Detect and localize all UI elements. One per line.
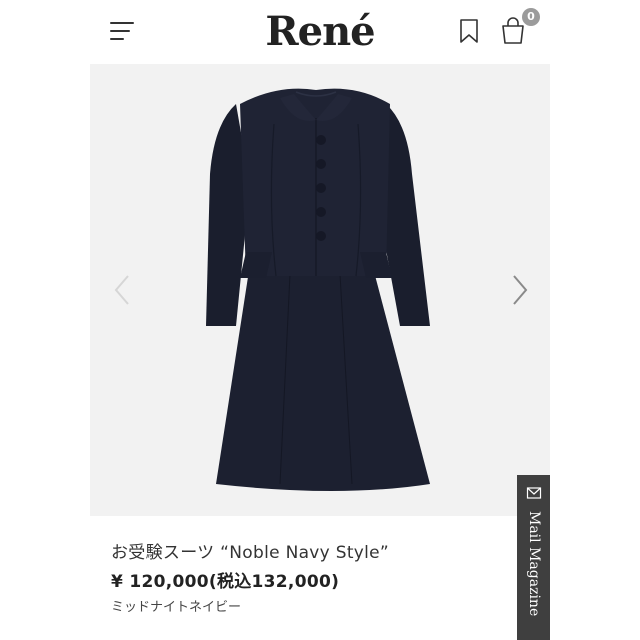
- cart-count-badge: 0: [522, 8, 540, 26]
- chevron-right-icon: [513, 275, 528, 305]
- product-image: [206, 88, 430, 491]
- mail-magazine-tab[interactable]: Mail Magazine: [517, 475, 550, 640]
- product-name: お受験スーツ “Noble Navy Style”: [111, 543, 390, 563]
- gallery-next-arrow[interactable]: [508, 270, 532, 310]
- product-image-gallery[interactable]: [90, 64, 550, 516]
- bookmark-icon[interactable]: [458, 18, 480, 44]
- brand-logo[interactable]: René: [0, 6, 640, 58]
- chevron-left-icon: [114, 275, 129, 305]
- header: René 0: [0, 0, 640, 64]
- gallery-prev-arrow[interactable]: [110, 270, 134, 310]
- mail-magazine-label: Mail Magazine: [526, 511, 542, 617]
- cart-button[interactable]: 0: [500, 8, 540, 46]
- envelope-icon: [526, 485, 542, 501]
- product-price: ¥ 120,000(税込132,000): [111, 572, 340, 592]
- product-color: ミッドナイトネイビー: [111, 600, 242, 615]
